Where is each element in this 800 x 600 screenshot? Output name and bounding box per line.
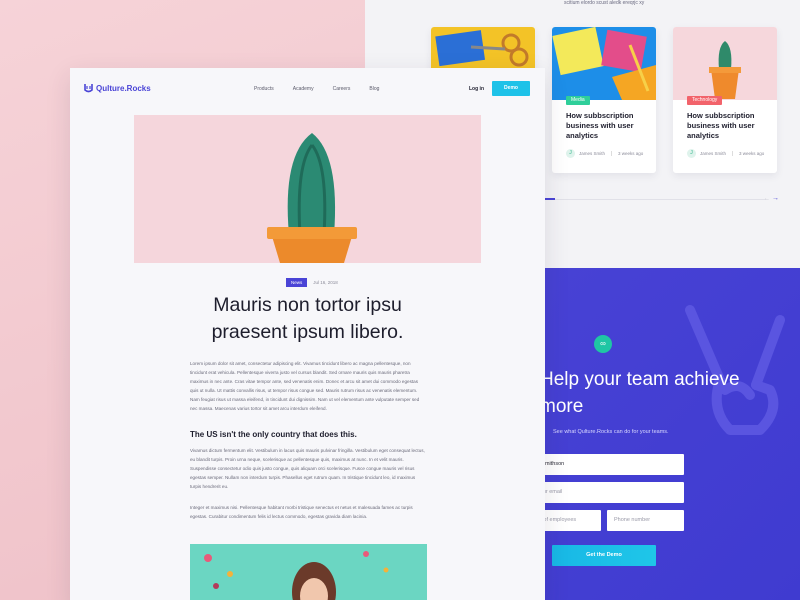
arrow-left-icon[interactable]: ← — [764, 196, 770, 202]
article-subheading: The US isn't the only country that does … — [190, 430, 357, 439]
cactus-image — [673, 27, 777, 100]
news-tag[interactable]: News — [286, 278, 308, 287]
blog-card[interactable]: Media How subbscription business with us… — [552, 27, 656, 173]
nav-blog[interactable]: Blog — [369, 86, 379, 92]
hero-cactus-image — [134, 115, 481, 263]
article-headline: Mauris non tortor ipsu praesent ipsum li… — [211, 294, 404, 343]
article-paragraph: Integer et maximus nisi. Pellentesque ha… — [190, 505, 413, 519]
nav-products[interactable]: Products — [254, 86, 274, 92]
card-meta: J James Smith 3 weeks ago — [687, 149, 764, 158]
article-date: Jul 16, 2018 — [313, 280, 338, 285]
category-badge[interactable]: Technology — [687, 96, 723, 105]
card-title[interactable]: How subbscription business with user ana… — [687, 111, 767, 141]
category-badge[interactable]: Media — [566, 96, 590, 105]
card-meta: J James Smith 3 weeks ago — [566, 149, 643, 158]
slider-track[interactable] — [545, 199, 765, 200]
navbar: Qulture.Rocks Products Academy Careers B… — [70, 68, 545, 110]
name-field[interactable]: s Smithson — [530, 454, 684, 475]
email-field[interactable]: your email — [530, 482, 684, 503]
article-paragraph: Lorem ipsum dolor sit amet, consectetur … — [190, 361, 420, 411]
post-time: 3 weeks ago — [618, 151, 644, 156]
cta-title: Help your team achieve more — [540, 369, 740, 417]
author-name: James Smith — [579, 151, 606, 156]
woman-photo — [190, 544, 427, 600]
article-page: Qulture.Rocks Products Academy Careers B… — [70, 68, 545, 600]
sticky-notes-image — [552, 27, 656, 100]
logo[interactable]: Qulture.Rocks — [84, 83, 151, 93]
article-meta: News Jul 16, 2018 — [286, 278, 338, 287]
main-menu: Products Academy Careers Blog — [254, 86, 379, 92]
get-demo-button[interactable]: Get the Demo — [552, 545, 656, 566]
nav-academy[interactable]: Academy — [293, 86, 314, 92]
author-name: James Smith — [700, 151, 727, 156]
login-link[interactable]: Log in — [469, 86, 484, 92]
meta-divider — [732, 151, 734, 156]
cta-subtitle: See what Qulture.Rocks can do for your t… — [553, 429, 669, 435]
infinity-icon: ∞ — [594, 335, 612, 353]
demo-button[interactable]: Demo — [492, 81, 530, 96]
meta-divider — [611, 151, 613, 156]
post-time: 3 weeks ago — [739, 151, 765, 156]
top-caption: scitium elordo scust aledk ereqrjc xy — [564, 0, 645, 6]
arrow-right-icon[interactable]: → — [772, 195, 779, 202]
blog-card[interactable]: Technology How subbscription business wi… — [673, 27, 777, 173]
logo-icon — [84, 84, 93, 93]
phone-field[interactable]: Phone number — [607, 510, 684, 531]
author-avatar: J — [687, 149, 696, 158]
logo-text: Qulture.Rocks — [96, 83, 151, 93]
nav-careers[interactable]: Careers — [333, 86, 351, 92]
slider-progress — [545, 198, 555, 200]
article-paragraph: Vivamus dictum fermentum elit. Vestibulu… — [190, 448, 425, 489]
author-avatar: J — [566, 149, 575, 158]
card-title[interactable]: How subbscription business with user ana… — [566, 111, 646, 141]
